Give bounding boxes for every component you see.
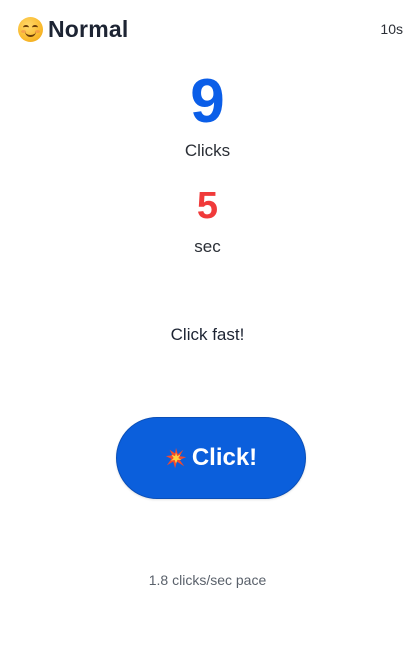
time-unit-label: sec: [194, 237, 221, 256]
click-button-label: Click!: [191, 444, 258, 471]
clicks-label: Clicks: [184, 141, 231, 160]
click-button[interactable]: Click!: [116, 417, 306, 499]
smiling-face-icon: [18, 17, 43, 42]
header: Normal 10s: [18, 14, 403, 48]
mode-label: Normal: [48, 16, 129, 42]
prompt-text: Click fast!: [170, 325, 245, 344]
mode-indicator: Normal: [18, 16, 128, 43]
time-remaining: 5: [196, 185, 219, 227]
game-screen: Normal 10s 9 Clicks 5 sec Click fast! Cl…: [0, 0, 415, 648]
duration-label: 10s: [380, 21, 403, 37]
pace-text: 1.8 clicks/sec pace: [148, 572, 267, 588]
clicks-count: 9: [190, 67, 225, 136]
collision-icon: [165, 447, 186, 469]
